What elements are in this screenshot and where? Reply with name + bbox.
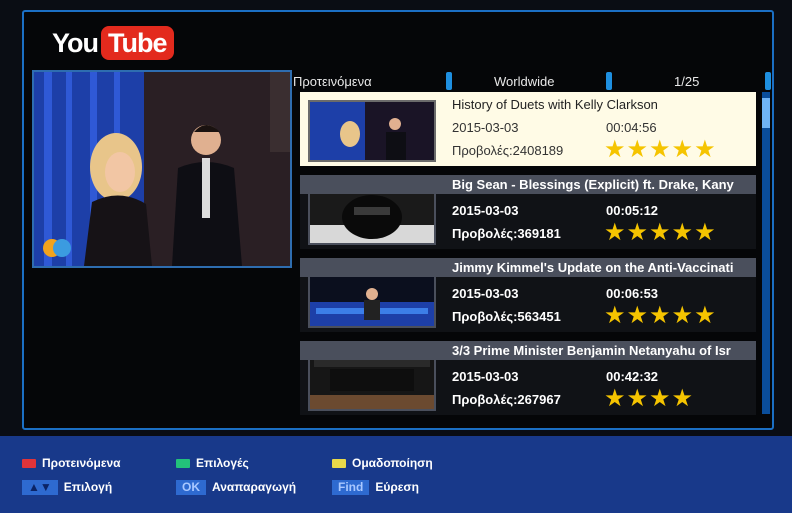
video-list-item[interactable]: 3/3 Prime Minister Benjamin Netanyahu of… xyxy=(300,341,756,415)
video-preview[interactable] xyxy=(32,70,292,268)
key-ok-hint: OK Αναπαραγωγή xyxy=(176,478,296,496)
video-views: Προβολές:2408189 xyxy=(452,143,564,158)
video-thumbnail xyxy=(308,270,436,328)
video-title: History of Duets with Kelly Clarkson xyxy=(452,97,658,112)
video-views: Προβολές:563451 xyxy=(452,309,561,324)
region-selector[interactable]: Worldwide xyxy=(494,74,554,89)
key-find-hint: Find Εύρεση xyxy=(332,478,419,496)
logo-you-text: You xyxy=(52,27,99,58)
rating-stars: ★★★★★ xyxy=(604,136,717,163)
key-red-hint: Προτεινόμενα xyxy=(22,454,121,472)
remote-key-legend: Προτεινόμενα Επιλογές Ομαδοποίηση ▲▼ Επι… xyxy=(0,436,792,513)
find-key-label: Εύρεση xyxy=(375,480,419,494)
nav-key-label: Επιλογή xyxy=(63,480,113,494)
thumbnail-image xyxy=(310,355,434,409)
video-title: 3/3 Prime Minister Benjamin Netanyahu of… xyxy=(300,341,756,360)
video-title: Big Sean - Blessings (Explicit) ft. Drak… xyxy=(300,175,756,194)
video-duration: 00:04:56 xyxy=(606,120,657,135)
rating-stars: ★★★★ xyxy=(604,385,695,412)
logo-tube-text: Tube xyxy=(101,26,174,60)
yellow-key-label: Ομαδοποίηση xyxy=(352,456,433,470)
list-header: Προτεινόμενα Worldwide 1/25 xyxy=(293,72,773,92)
find-key-tag: Find xyxy=(332,479,370,495)
video-duration: 00:06:53 xyxy=(606,286,659,301)
red-key-icon xyxy=(22,458,36,468)
green-key-label: Επιλογές xyxy=(196,456,249,470)
video-duration: 00:05:12 xyxy=(606,203,659,218)
rating-stars: ★★★★★ xyxy=(604,302,717,329)
key-green-hint: Επιλογές xyxy=(176,454,249,472)
video-list-item[interactable]: Big Sean - Blessings (Explicit) ft. Drak… xyxy=(300,175,756,249)
video-date: 2015-03-03 xyxy=(452,286,519,301)
header-separator xyxy=(606,72,612,90)
thumbnail-image xyxy=(310,189,434,243)
ok-key-label: Αναπαραγωγή xyxy=(212,480,297,494)
up-down-arrows-icon: ▲▼ xyxy=(22,479,58,495)
video-date: 2015-03-03 xyxy=(452,203,519,218)
video-thumbnail xyxy=(308,353,436,411)
video-date: 2015-03-03 xyxy=(452,369,519,384)
thumbnail-image xyxy=(310,272,434,326)
video-duration: 00:42:32 xyxy=(606,369,659,384)
video-views: Προβολές:267967 xyxy=(452,392,561,407)
header-separator xyxy=(765,72,771,90)
video-list: History of Duets with Kelly Clarkson 201… xyxy=(300,92,756,415)
green-key-icon xyxy=(176,458,190,468)
youtube-logo: You Tube xyxy=(52,26,174,60)
page-indicator: 1/25 xyxy=(674,74,700,89)
preview-image xyxy=(34,72,290,266)
category-label: Προτεινόμενα xyxy=(293,74,372,89)
header-separator xyxy=(446,72,452,90)
key-yellow-hint: Ομαδοποίηση xyxy=(332,454,433,472)
video-thumbnail xyxy=(308,187,436,245)
red-key-label: Προτεινόμενα xyxy=(42,456,121,470)
key-nav-hint: ▲▼ Επιλογή xyxy=(22,478,112,496)
video-views: Προβολές:369181 xyxy=(452,226,561,241)
scrollbar-thumb[interactable] xyxy=(762,98,770,128)
video-list-item[interactable]: History of Duets with Kelly Clarkson 201… xyxy=(300,92,756,166)
video-title: Jimmy Kimmel's Update on the Anti-Vaccin… xyxy=(300,258,756,277)
rating-stars: ★★★★★ xyxy=(604,219,717,246)
yellow-key-icon xyxy=(332,458,346,468)
video-list-item[interactable]: Jimmy Kimmel's Update on the Anti-Vaccin… xyxy=(300,258,756,332)
video-date: 2015-03-03 xyxy=(452,120,519,135)
ok-key-tag: OK xyxy=(176,479,206,495)
list-scrollbar[interactable] xyxy=(762,92,770,414)
